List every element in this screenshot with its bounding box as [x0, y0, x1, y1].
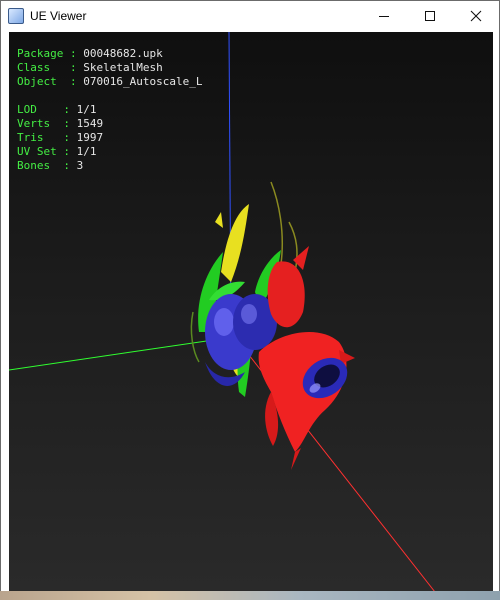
mesh-stats-block: LOD : 1/1 Verts : 1549 Tris : 1997 UV Se…	[17, 103, 103, 173]
info-label: Tris	[17, 131, 44, 144]
info-row-uvset: UV Set : 1/1	[17, 145, 103, 159]
info-separator: :	[36, 103, 77, 116]
info-row-tris: Tris : 1997	[17, 131, 103, 145]
info-separator: :	[50, 117, 77, 130]
info-separator: :	[43, 131, 77, 144]
info-value-bones: 3	[76, 159, 84, 172]
info-value-package: 00048682.upk	[83, 47, 163, 60]
minimize-icon	[379, 16, 389, 17]
window-title: UE Viewer	[30, 9, 87, 23]
info-row-package: Package : 00048682.upk	[17, 47, 202, 61]
maximize-button[interactable]	[407, 1, 453, 31]
info-value-class: SkeletalMesh	[83, 61, 163, 74]
info-label: Object	[17, 75, 57, 88]
info-separator: :	[56, 75, 84, 88]
info-label: Bones	[17, 159, 51, 172]
info-row-lod: LOD : 1/1	[17, 103, 103, 117]
3d-viewport[interactable]: Package : 00048682.upk Class : SkeletalM…	[9, 32, 493, 592]
y-axis-line	[9, 337, 228, 371]
desktop-background-strip	[0, 591, 500, 600]
info-value-lod: 1/1	[76, 103, 97, 116]
close-icon	[470, 10, 482, 22]
info-label: Verts	[17, 117, 51, 130]
info-separator: :	[50, 61, 84, 74]
info-row-bones: Bones : 3	[17, 159, 103, 173]
info-row-verts: Verts : 1549	[17, 117, 103, 131]
ue-viewer-window: UE Viewer Package: 00048682.upk Class:…	[0, 0, 500, 600]
skeletal-mesh-render	[190, 181, 355, 470]
info-value-verts: 1549	[76, 117, 104, 130]
info-row-class: Class : SkeletalMesh	[17, 61, 202, 75]
info-separator: :	[50, 159, 77, 172]
info-separator: :	[63, 47, 84, 60]
info-label: LOD	[17, 103, 37, 116]
title-bar[interactable]: UE Viewer	[1, 1, 499, 31]
info-value-uvset: 1/1	[76, 145, 97, 158]
info-label: Package	[17, 47, 64, 60]
info-value-tris: 1997	[76, 131, 104, 144]
minimize-button[interactable]	[361, 1, 407, 31]
info-label: UV Set	[17, 145, 57, 158]
mesh-info-block: Package : 00048682.upk Class : SkeletalM…	[17, 47, 202, 89]
info-label: Class	[17, 61, 51, 74]
info-row-object: Object : 070016_Autoscale_L	[17, 75, 202, 89]
maximize-icon	[425, 11, 435, 21]
close-button[interactable]	[453, 1, 499, 31]
info-separator: :	[56, 145, 77, 158]
info-value-object: 070016_Autoscale_L	[83, 75, 203, 88]
app-icon	[8, 8, 24, 24]
